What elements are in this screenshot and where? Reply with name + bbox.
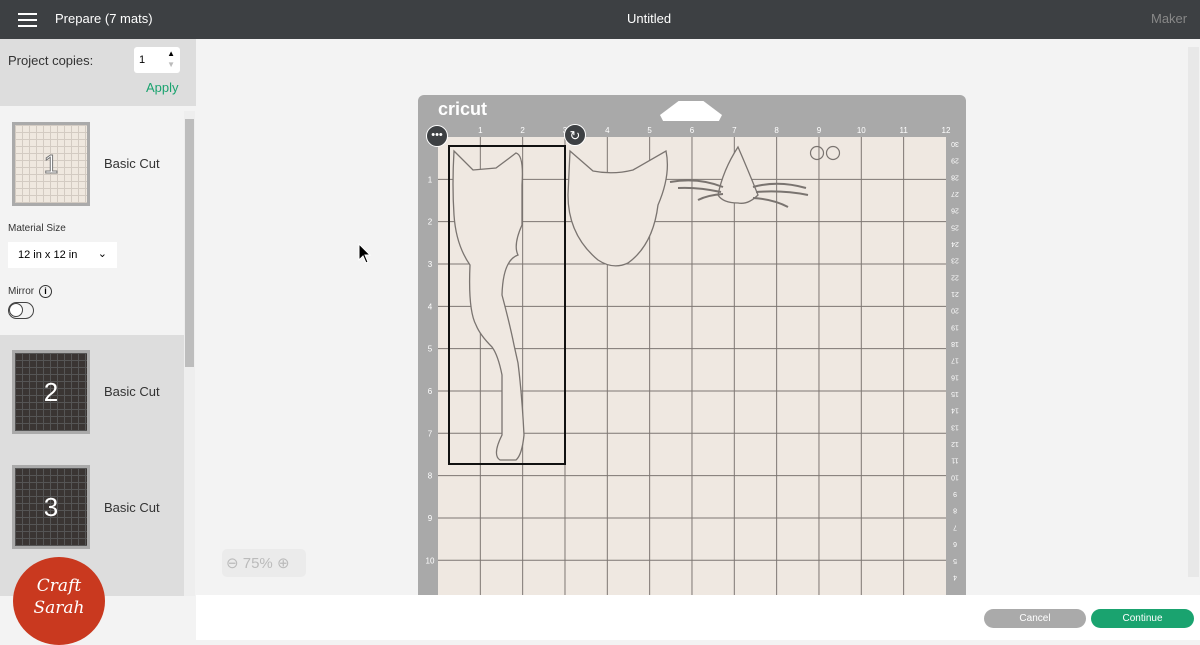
ruler-label-right: 28 (951, 173, 959, 180)
material-size-value: 12 in x 12 in (18, 249, 78, 261)
project-copies-panel: Project copies: 1 ▲ ▼ Apply (0, 39, 196, 106)
horizontal-scrollbar[interactable] (196, 582, 1200, 592)
ruler-label-left: 1 (428, 175, 433, 184)
ruler-label-right: 9 (953, 490, 957, 497)
canvas[interactable]: cricut 123456789101112123456789103029282… (196, 39, 1200, 595)
apply-button[interactable]: Apply (146, 80, 179, 95)
footer: Cancel Continue (196, 595, 1200, 640)
ruler-label-right: 5 (953, 557, 957, 564)
rotate-icon[interactable]: ↻ (564, 124, 586, 146)
sidebar: Project copies: 1 ▲ ▼ Apply 1 Basic Cut … (0, 39, 196, 645)
vertical-scrollbar[interactable] (1188, 47, 1199, 577)
ruler-label-top: 12 (942, 126, 951, 135)
ruler-label-right: 21 (951, 290, 959, 297)
more-options-icon[interactable]: ••• (426, 125, 448, 147)
mat-number: 2 (15, 353, 87, 431)
mat-label: Basic Cut (104, 500, 160, 515)
ruler-label-right: 13 (951, 423, 959, 430)
ruler-label-top: 2 (520, 126, 525, 135)
cutting-mat: cricut 123456789101112123456789103029282… (418, 95, 966, 595)
ruler-label-top: 8 (774, 126, 779, 135)
ruler-label-left: 10 (426, 556, 435, 565)
ruler-label-right: 6 (953, 540, 957, 547)
zoom-control: ⊖ 75% ⊕ (222, 549, 306, 577)
ruler-label-right: 19 (951, 323, 959, 330)
cancel-button[interactable]: Cancel (984, 609, 1086, 628)
ruler-label-right: 8 (953, 507, 957, 514)
ruler-label-right: 18 (951, 340, 959, 347)
ruler-label-top: 6 (690, 126, 695, 135)
mirror-toggle[interactable] (8, 302, 34, 319)
ruler-label-right: 4 (953, 573, 957, 580)
ruler-label-right: 27 (951, 190, 959, 197)
ruler-label-right: 26 (951, 207, 959, 214)
zoom-level: 75% (242, 555, 273, 572)
ruler-label-right: 7 (953, 523, 957, 530)
mat-item-1[interactable]: 1 Basic Cut Material Size 12 in x 12 in ⌄… (0, 111, 184, 335)
mat-thumbnail-2[interactable]: 2 (12, 350, 90, 434)
mat-thumbnail[interactable]: 1 (12, 122, 90, 206)
ruler-label-top: 4 (605, 126, 610, 135)
ruler-label-left: 7 (428, 429, 433, 438)
mat-number: 3 (15, 468, 87, 546)
mat-label: Basic Cut (104, 156, 160, 171)
ruler-label-right: 22 (951, 273, 959, 280)
continue-button[interactable]: Continue (1091, 609, 1194, 628)
ruler-label-right: 23 (951, 257, 959, 264)
sidebar-scrollbar[interactable] (184, 111, 195, 596)
page-title: Prepare (7 mats) (55, 11, 153, 26)
ruler-label-right: 12 (951, 440, 959, 447)
material-size-select[interactable]: 12 in x 12 in ⌄ (8, 242, 117, 268)
ruler-label-right: 17 (951, 357, 959, 364)
ruler-label-right: 25 (951, 223, 959, 230)
copies-value: 1 (139, 54, 146, 66)
ruler-label-right: 29 (951, 157, 959, 164)
copies-input[interactable]: 1 ▲ ▼ (134, 47, 180, 73)
mat-number: 1 (15, 125, 87, 203)
ruler-label-left: 9 (428, 514, 433, 523)
ruler-label-right: 16 (951, 373, 959, 380)
craft-with-sarah-logo: Craft Sarah (13, 557, 105, 645)
chevron-down-icon: ⌄ (97, 248, 107, 260)
decrement-icon[interactable]: ▼ (167, 60, 175, 69)
menu-icon[interactable] (18, 13, 37, 27)
zoom-in-icon[interactable]: ⊕ (277, 555, 290, 572)
ruler-label-right: 20 (951, 307, 959, 314)
ruler-label-right: 10 (951, 473, 959, 480)
ruler-label-left: 5 (428, 345, 433, 354)
ruler-label-top: 10 (857, 126, 866, 135)
ruler-label-right: 11 (951, 457, 958, 464)
ruler-label-right: 24 (951, 240, 959, 247)
ruler-label-left: 3 (428, 260, 433, 269)
copies-label: Project copies: (8, 53, 94, 68)
mat-list-selected: 2 Basic Cut 3 Basic Cut (0, 335, 184, 596)
mirror-label: Mirror (8, 286, 35, 297)
info-icon[interactable]: i (39, 285, 52, 298)
material-size-label: Material Size (8, 223, 66, 234)
ruler-label-right: 14 (951, 407, 959, 414)
ruler-label-right: 30 (951, 140, 959, 147)
ruler-label-left: 6 (428, 387, 433, 396)
ruler-label-left: 2 (428, 218, 433, 227)
ruler-label-top: 7 (732, 126, 737, 135)
document-title: Untitled (627, 11, 672, 26)
mat-label: Basic Cut (104, 384, 160, 399)
zoom-out-icon[interactable]: ⊖ (226, 555, 239, 572)
top-bar: Prepare (7 mats) Untitled Maker (0, 0, 1200, 39)
ruler-label-right: 15 (951, 390, 959, 397)
ruler-label-top: 1 (478, 126, 483, 135)
ruler-label-top: 9 (817, 126, 822, 135)
ruler-label-top: 5 (647, 126, 652, 135)
mat-grid: 1234567891011121234567891030292827262524… (426, 126, 959, 595)
ruler-label-top: 11 (899, 126, 908, 135)
increment-icon[interactable]: ▲ (167, 49, 175, 58)
machine-label[interactable]: Maker (1151, 11, 1187, 26)
mat-thumbnail-3[interactable]: 3 (12, 465, 90, 549)
ruler-label-left: 8 (428, 472, 433, 481)
ruler-label-left: 4 (428, 302, 433, 311)
